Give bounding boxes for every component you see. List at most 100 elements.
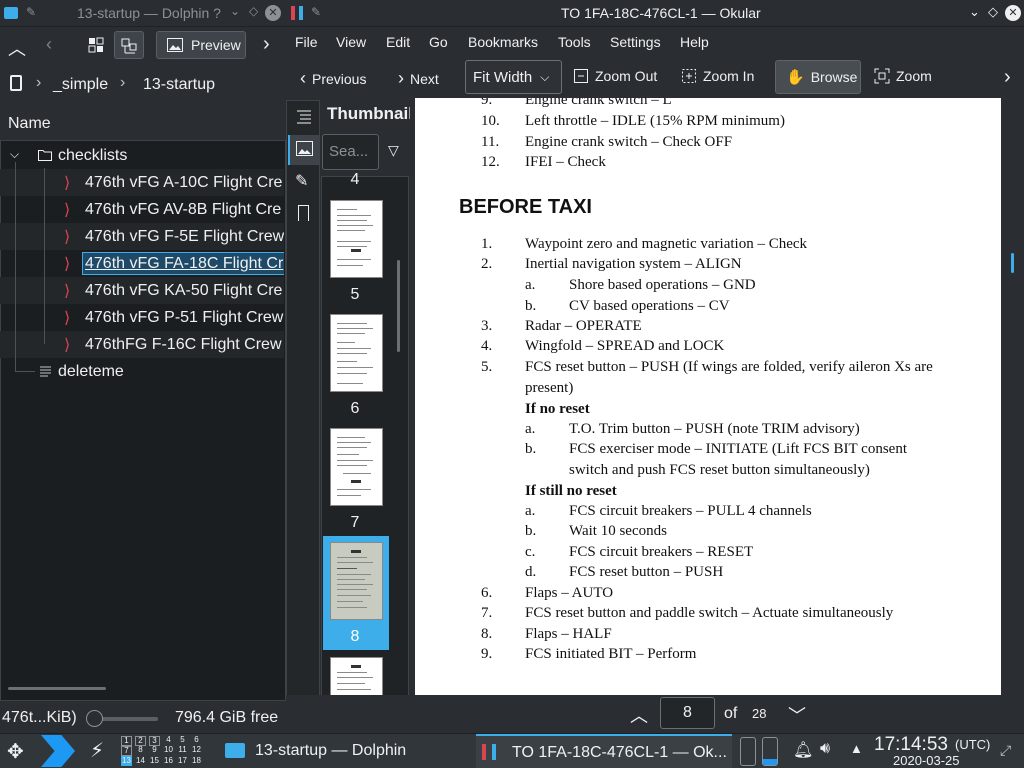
pdf-icon: ⟩ (64, 256, 71, 273)
browse-button[interactable]: ✋ Browse (775, 60, 861, 94)
device-icon[interactable] (10, 75, 22, 91)
thumbnails-tab[interactable] (288, 135, 320, 165)
tree-row[interactable]: ⟩ 476th vFG KA-50 Flight Cre (0, 277, 284, 304)
menu-settings[interactable]: Settings (610, 34, 661, 50)
pager-desktop[interactable]: 15 (149, 756, 160, 766)
zoom-slider-handle[interactable] (86, 710, 103, 727)
up-icon[interactable]: ︿ (8, 35, 26, 61)
contents-tab[interactable] (295, 107, 313, 125)
tree-row[interactable]: deleteme (0, 358, 284, 385)
close-icon[interactable]: ✕ (1005, 5, 1021, 21)
tree-row[interactable]: ⟩ 476th vFG P-51 Flight Crew (0, 304, 284, 331)
close-icon[interactable]: ✕ (265, 5, 281, 21)
document-scrollbar[interactable] (1011, 253, 1014, 273)
thumbnail-page[interactable] (330, 200, 383, 278)
tree-row[interactable]: ⟩ 476th vFG F-5E Flight Crew (0, 223, 284, 250)
zoom-tool-button[interactable]: Zoom (874, 68, 932, 84)
list-letter: a. (525, 277, 536, 293)
memory-monitor-icon[interactable] (740, 737, 756, 766)
tree-item-label: 476th vFG AV-8B Flight Cre (85, 201, 282, 218)
pager-desktop[interactable]: 14 (135, 756, 146, 766)
thumbnail-page-number: 6 (350, 400, 360, 417)
list-text: FCS circuit breakers – PULL 4 channels (569, 503, 812, 519)
menu-file[interactable]: File (295, 34, 318, 50)
page-down-icon[interactable]: ﹀ (788, 702, 806, 728)
zoom-in-label: Zoom In (703, 68, 755, 84)
activity-switcher-icon[interactable] (41, 735, 75, 767)
list-text: FCS circuit breakers – RESET (569, 544, 754, 560)
expand-tray-icon[interactable]: ▲ (850, 741, 863, 756)
menu-edit[interactable]: Edit (386, 34, 410, 50)
show-desktop-icon[interactable]: ⤢ (1000, 742, 1011, 759)
tree-row[interactable]: ⟩ 476thFG F-16C Flight Crew (0, 331, 284, 358)
task-okular-active[interactable]: TO 1FA-18C-476CL-1 — Ok... (476, 734, 732, 768)
breadcrumb-item[interactable]: 13-startup (143, 76, 215, 94)
pin-icon[interactable]: ✎ (311, 5, 321, 19)
pager-desktop[interactable]: 8 (135, 746, 146, 756)
pdf-icon: ⟩ (64, 229, 71, 246)
contents-icon (297, 110, 311, 124)
zoom-select[interactable]: Fit Width ⌵ (465, 60, 562, 94)
menu-tools[interactable]: Tools (558, 34, 591, 50)
annotations-tab[interactable]: ✎ (295, 171, 308, 191)
pager-desktop-current[interactable]: 13 (121, 756, 132, 766)
filter-icon[interactable]: ▽ (388, 142, 399, 159)
next-button[interactable]: › Next (398, 68, 439, 89)
maximize-icon[interactable]: ◇ (249, 4, 258, 18)
tree-row-selected[interactable]: ⟩ 476th vFG FA-18C Flight Cr (0, 250, 284, 277)
pin-icon[interactable]: ✎ (26, 5, 36, 19)
horizontal-scrollbar[interactable] (8, 687, 106, 690)
pager-desktop[interactable]: 16 (163, 756, 174, 766)
list-text: present) (525, 380, 574, 396)
tree-row[interactable]: ⟩ 476th vFG A-10C Flight Cre (0, 169, 284, 196)
back-icon[interactable]: ‹ (46, 34, 52, 55)
pager-desktop[interactable]: 7 (121, 746, 132, 756)
menu-help[interactable]: Help (680, 34, 709, 50)
zoom-out-button[interactable]: Zoom Out (573, 68, 657, 84)
tree-row[interactable]: ⟩ 476th vFG AV-8B Flight Cre (0, 196, 284, 223)
menu-view[interactable]: View (336, 34, 366, 50)
list-text: Flaps – HALF (525, 626, 612, 642)
task-dolphin[interactable]: 13-startup — Dolphin (218, 734, 474, 768)
thumbnail-scrollbar[interactable] (397, 260, 400, 352)
previous-label: Previous (312, 70, 367, 87)
zoom-in-button[interactable]: Zoom In (681, 68, 754, 84)
menu-bookmarks[interactable]: Bookmarks (468, 34, 538, 50)
toolbar-overflow-icon[interactable]: › (263, 33, 270, 56)
menu-go[interactable]: Go (429, 34, 448, 50)
maximize-icon[interactable]: ◇ (988, 4, 998, 20)
icons-view-button[interactable] (82, 31, 110, 59)
tree-row[interactable]: ⌵ checklists (0, 142, 284, 169)
chevron-down-icon[interactable]: ⌵ (10, 147, 19, 162)
page-number-input[interactable]: 8 (660, 697, 715, 729)
pager-desktop[interactable]: 10 (163, 746, 174, 756)
breadcrumb-item[interactable]: _simple (53, 76, 108, 94)
lightning-icon[interactable]: ⚡ (90, 738, 104, 763)
pager-desktop[interactable]: 11 (177, 746, 188, 756)
preview-button[interactable]: Preview (156, 31, 246, 59)
thumbnail-page[interactable] (330, 314, 383, 392)
minimize-icon[interactable]: ⌄ (969, 4, 980, 20)
virtual-desktop-pager[interactable]: 1 2 3 4 5 6 7 8 9 10 11 12 13 14 15 16 1… (120, 736, 204, 766)
application-launcher-icon[interactable]: ✥ (7, 739, 24, 764)
bookmarks-tab[interactable] (298, 205, 309, 221)
pager-desktop[interactable]: 17 (177, 756, 188, 766)
pager-desktop[interactable]: 9 (149, 746, 160, 756)
previous-button[interactable]: ‹ Previous (300, 68, 366, 89)
pager-desktop[interactable]: 1 (121, 736, 132, 746)
column-header[interactable]: Name (0, 107, 286, 141)
details-view-button[interactable] (114, 31, 144, 59)
toolbar-overflow-icon[interactable]: › (1004, 66, 1011, 89)
cpu-monitor-icon[interactable] (762, 737, 778, 766)
list-number: 8. (481, 626, 493, 642)
minimize-icon[interactable]: ⌄ (230, 4, 240, 18)
pager-desktop[interactable]: 18 (191, 756, 202, 766)
thumbnail-page[interactable] (330, 428, 383, 506)
thumbnail-search-input[interactable]: Sea... (322, 134, 379, 170)
notification-bell-icon[interactable]: 🔔︎ (793, 740, 813, 760)
zoom-slider-track[interactable] (94, 717, 158, 721)
thumbnail-page-current[interactable] (330, 542, 383, 620)
page-up-icon[interactable]: ︿ (630, 702, 648, 728)
pager-desktop[interactable]: 12 (191, 746, 202, 756)
volume-icon[interactable]: 🔊︎ (820, 740, 830, 758)
